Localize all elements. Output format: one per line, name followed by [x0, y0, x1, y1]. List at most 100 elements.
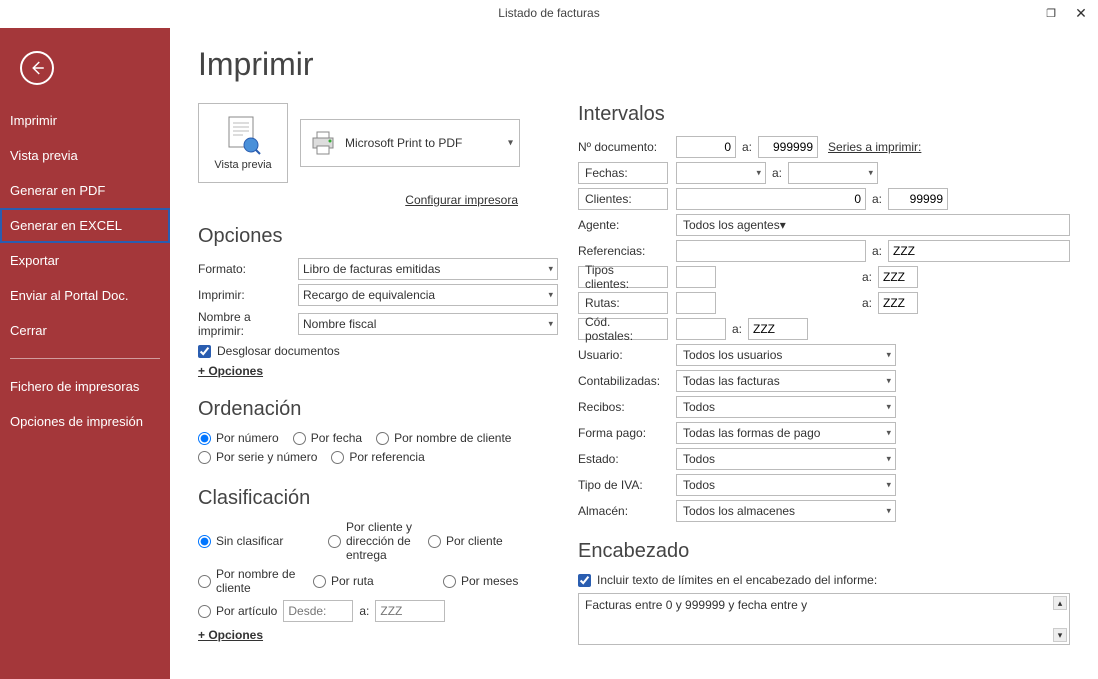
clas-cliente-radio[interactable]: Por cliente: [428, 520, 558, 562]
ref-a: a:: [872, 244, 882, 258]
scroll-up-button[interactable]: ▴: [1053, 596, 1067, 610]
agente-select[interactable]: Todos los agentes▾: [676, 214, 1070, 236]
sidebar-item-opciones[interactable]: Opciones de impresión: [0, 404, 170, 439]
incluir-limites-checkbox[interactable]: Incluir texto de límites en el encabezad…: [578, 573, 1070, 587]
ord-ref-label: Por referencia: [349, 450, 424, 464]
ord-numero-label: Por número: [216, 431, 279, 445]
articulo-a-label: a:: [359, 604, 369, 618]
usuario-select[interactable]: Todos los usuarios ▾: [676, 344, 896, 366]
estado-label: Estado:: [578, 452, 676, 466]
clas-nombre-label: Por nombre de cliente: [216, 567, 313, 595]
imprimir-select[interactable]: Recargo de equivalencia▾: [298, 284, 558, 306]
articulo-hasta-input[interactable]: [375, 600, 445, 622]
tipos-button[interactable]: Tipos clientes:: [578, 266, 668, 288]
ord-serie-radio[interactable]: Por serie y número: [198, 450, 317, 464]
maximize-button[interactable]: ❐: [1042, 4, 1060, 22]
window-title: Listado de facturas: [498, 6, 599, 20]
articulo-desde-input[interactable]: [283, 600, 353, 622]
tiva-select[interactable]: Todos ▾: [676, 474, 896, 496]
clas-meses-label: Por meses: [461, 574, 518, 588]
clas-articulo-radio[interactable]: Por artículo: [198, 604, 277, 618]
nombre-select[interactable]: Nombre fiscal▾: [298, 313, 558, 335]
sidebar-item-imprimir[interactable]: Imprimir: [0, 103, 170, 138]
sidebar-item-fichero[interactable]: Fichero de impresoras: [0, 369, 170, 404]
sidebar-item-excel[interactable]: Generar en EXCEL: [0, 208, 170, 243]
ord-serie-label: Por serie y número: [216, 450, 317, 464]
nombre-label: Nombre a imprimir:: [198, 310, 298, 338]
almacen-select[interactable]: Todos los almacenes▾: [676, 500, 896, 522]
tipos-to-input[interactable]: [878, 266, 918, 288]
ref-to-input[interactable]: [888, 240, 1070, 262]
ndoc-from-input[interactable]: [676, 136, 736, 158]
scroll-down-button[interactable]: ▾: [1053, 628, 1067, 642]
sidebar-item-pdf[interactable]: Generar en PDF: [0, 173, 170, 208]
clas-clidir-label: Por cliente y dirección de entrega: [346, 520, 428, 562]
chevron-down-icon: ▾: [548, 290, 553, 301]
ord-numero-radio[interactable]: Por número: [198, 431, 279, 445]
ndoc-to-input[interactable]: [758, 136, 818, 158]
fecha-to-select[interactable]: ▾: [788, 162, 878, 184]
rutas-to-input[interactable]: [878, 292, 918, 314]
configure-printer-link[interactable]: Configurar impresora: [198, 193, 518, 207]
imprimir-label: Imprimir:: [198, 288, 298, 302]
cp-from-input[interactable]: [676, 318, 726, 340]
ord-ref-radio[interactable]: Por referencia: [331, 450, 424, 464]
rutas-from-input[interactable]: [676, 292, 716, 314]
chevron-down-icon: ▾: [886, 428, 891, 439]
printer-select[interactable]: Microsoft Print to PDF ▾: [300, 119, 520, 167]
sidebar-item-exportar[interactable]: Exportar: [0, 243, 170, 278]
encabezado-textarea[interactable]: Facturas entre 0 y 999999 y fecha entre …: [578, 593, 1070, 645]
cp-to-input[interactable]: [748, 318, 808, 340]
encabezado-heading: Encabezado: [578, 540, 1070, 563]
tiva-value: Todos: [683, 478, 715, 492]
content: Imprimir Vista previa Microsoft Print to…: [170, 28, 1098, 679]
ord-fecha-radio[interactable]: Por fecha: [293, 431, 362, 445]
usuario-value: Todos los usuarios: [683, 348, 782, 362]
chevron-down-icon: ▾: [780, 218, 786, 232]
fpago-select[interactable]: Todas las formas de pago▾: [676, 422, 896, 444]
clas-ruta-radio[interactable]: Por ruta: [313, 567, 443, 595]
tipos-from-input[interactable]: [676, 266, 716, 288]
close-button[interactable]: ✕: [1072, 4, 1090, 22]
opciones-plus-link[interactable]: + Opciones: [198, 364, 263, 378]
chevron-down-icon: ▾: [756, 168, 761, 179]
almacen-label: Almacén:: [578, 504, 676, 518]
desglosar-checkbox[interactable]: Desglosar documentos: [198, 344, 558, 358]
clas-sin-radio[interactable]: Sin clasificar: [198, 520, 328, 562]
chevron-down-icon: ▾: [886, 454, 891, 465]
ref-from-input[interactable]: [676, 240, 866, 262]
clas-cliente-label: Por cliente: [446, 534, 503, 548]
clientes-button[interactable]: Clientes:: [578, 188, 668, 210]
tipos-a: a:: [862, 270, 872, 284]
clas-sin-label: Sin clasificar: [216, 534, 283, 548]
clas-nombre-radio[interactable]: Por nombre de cliente: [198, 567, 313, 595]
sidebar-item-cerrar[interactable]: Cerrar: [0, 313, 170, 348]
chevron-down-icon: ▾: [886, 480, 891, 491]
recibos-select[interactable]: Todos▾: [676, 396, 896, 418]
contab-select[interactable]: Todas las facturas▾: [676, 370, 896, 392]
chevron-down-icon: ▾: [886, 376, 891, 387]
fecha-from-select[interactable]: ▾: [676, 162, 766, 184]
clas-clidir-radio[interactable]: Por cliente y dirección de entrega: [328, 520, 428, 562]
clientes-to-input[interactable]: [888, 188, 948, 210]
chevron-down-icon: ▾: [886, 350, 891, 361]
rutas-button[interactable]: Rutas:: [578, 292, 668, 314]
chevron-down-icon: ▾: [886, 506, 891, 517]
back-button[interactable]: [20, 51, 54, 85]
formato-select[interactable]: Libro de facturas emitidas▾: [298, 258, 558, 280]
cp-a: a:: [732, 322, 742, 336]
vista-previa-button[interactable]: Vista previa: [198, 103, 288, 183]
recibos-label: Recibos:: [578, 400, 676, 414]
clientes-from-input[interactable]: [676, 188, 866, 210]
fechas-button[interactable]: Fechas:: [578, 162, 668, 184]
ord-nombre-radio[interactable]: Por nombre de cliente: [376, 431, 511, 445]
vista-previa-label: Vista previa: [214, 159, 271, 171]
sidebar-item-portal[interactable]: Enviar al Portal Doc.: [0, 278, 170, 313]
clas-meses-radio[interactable]: Por meses: [443, 567, 558, 595]
estado-select[interactable]: Todos▾: [676, 448, 896, 470]
opciones-heading: Opciones: [198, 225, 558, 248]
series-link[interactable]: Series a imprimir:: [828, 140, 921, 154]
cp-button[interactable]: Cód. postales:: [578, 318, 668, 340]
clasificacion-plus-link[interactable]: + Opciones: [198, 628, 263, 642]
sidebar-item-vista-previa[interactable]: Vista previa: [0, 138, 170, 173]
